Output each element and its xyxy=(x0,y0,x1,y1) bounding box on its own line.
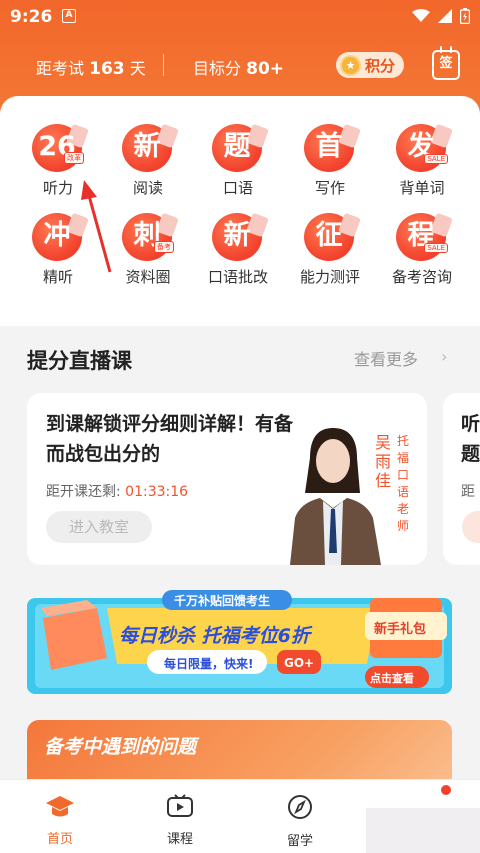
banner-check: 点击查看 xyxy=(370,672,414,685)
promo-banner[interactable]: 千万补贴回馈考生 每日秒杀 托福考位6折 每日限量，快来! GO+ 新手礼包 点… xyxy=(27,578,452,696)
tab-study-abroad-label: 留学 xyxy=(286,834,313,849)
countdown-prefix: 距开课还剩: xyxy=(46,484,121,500)
live-course-card[interactable]: 到课解锁评分细则详解！有备而战包出分的 距开课还剩: 01:33:16 进入教室… xyxy=(27,393,427,565)
tab-courses-label: 课程 xyxy=(166,832,193,847)
banner-top-tag: 千万补贴回馈考生 xyxy=(174,594,271,608)
prep-problems-title: 备考中遇到的问题 xyxy=(44,736,197,758)
course2-title: 听题 xyxy=(461,413,480,465)
tab-home-label: 首页 xyxy=(46,832,73,847)
compass-icon xyxy=(288,795,312,819)
tab-courses[interactable]: 课程 xyxy=(140,794,220,847)
countdown-value: 01:33:16 xyxy=(125,484,189,500)
enter-classroom-button[interactable]: 进入教室 xyxy=(46,511,152,543)
tab-home[interactable]: 首页 xyxy=(20,794,100,847)
teacher-name: 吴雨佳 xyxy=(374,433,391,490)
teacher-role: 托福口语老师 xyxy=(396,434,409,533)
corner-overlay xyxy=(366,808,480,853)
live-course-section-title: 提分直播课 xyxy=(27,349,132,373)
course-title: 到课解锁评分细则详解！有备而战包出分的 xyxy=(46,413,294,465)
course-countdown: 距开课还剩: 01:33:16 xyxy=(46,481,188,501)
tab-study-abroad[interactable]: 留学 xyxy=(260,794,340,849)
banner-go: GO+ xyxy=(284,656,315,670)
course2-enter-button[interactable] xyxy=(462,511,480,543)
notification-dot xyxy=(441,785,451,795)
video-play-icon xyxy=(167,794,193,817)
view-more-link[interactable]: 查看更多 xyxy=(354,346,418,370)
chevron-right-icon[interactable]: › xyxy=(441,347,447,366)
annotation-arrow xyxy=(81,180,112,273)
graduation-cap-icon xyxy=(46,796,74,817)
banner-sub: 每日限量，快来! xyxy=(164,657,254,671)
live-course-card-partial[interactable]: 听题 距 xyxy=(443,393,480,565)
banner-headline: 每日秒杀 托福考位6折 xyxy=(119,625,310,647)
course2-countdown: 距 xyxy=(461,484,475,500)
banner-gift: 新手礼包 xyxy=(374,622,427,637)
